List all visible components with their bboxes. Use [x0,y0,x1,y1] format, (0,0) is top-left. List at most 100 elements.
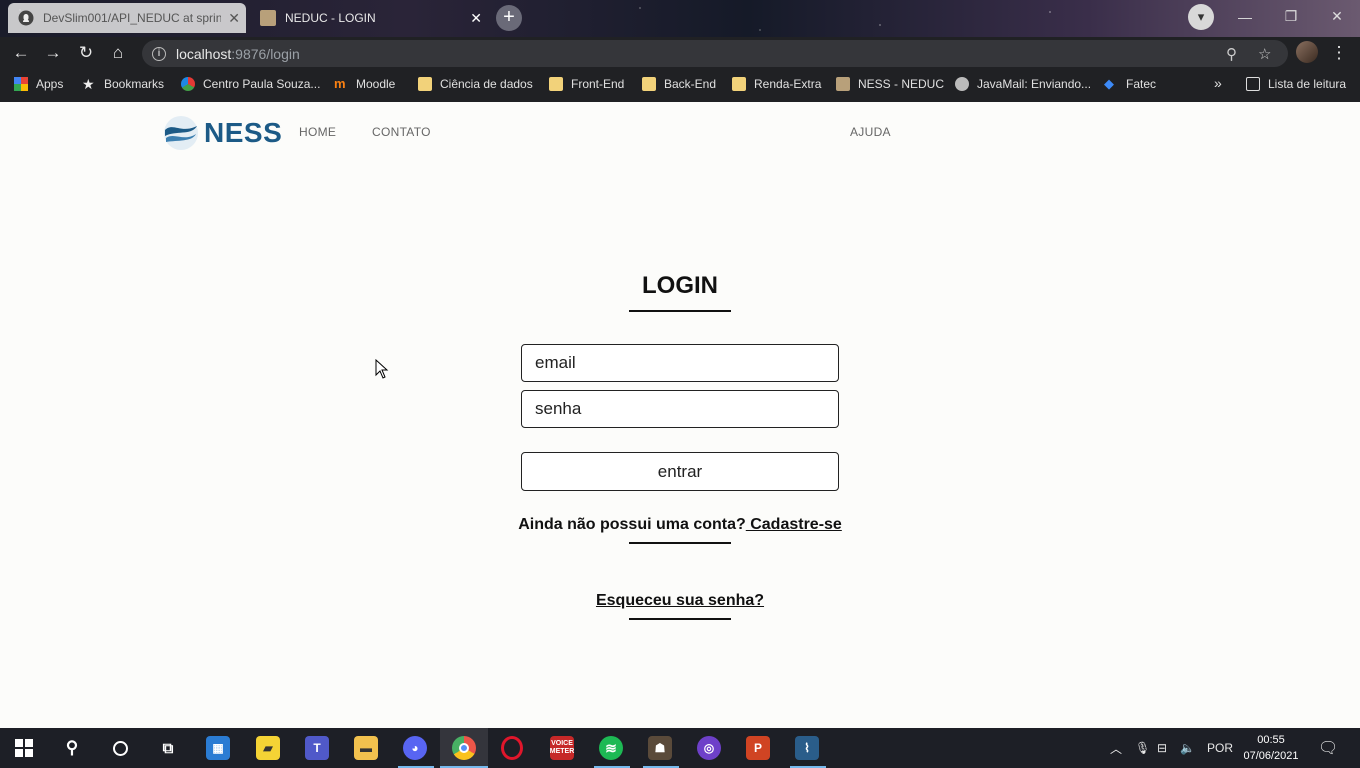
powerpoint-icon[interactable]: P [746,736,770,760]
language-indicator[interactable]: POR [1207,728,1233,768]
opera-icon[interactable] [501,736,523,760]
mouse-cursor-icon [375,359,389,379]
nav-contato[interactable]: CONTATO [372,125,431,139]
close-window-icon[interactable]: ✕ [1314,0,1360,33]
dropbox-icon: ◆ [1104,76,1114,91]
bookmark-javamail[interactable]: JavaMail: Enviando... [955,77,1091,91]
sticky-notes-icon[interactable]: ▰ [256,736,280,760]
bookmark-star-icon[interactable]: ☆ [1258,45,1271,63]
minimize-icon[interactable]: — [1222,0,1268,33]
star-icon: ★ [82,76,95,92]
github-icon [18,10,34,26]
file-explorer-icon[interactable]: ▬ [354,736,378,760]
forgot-password-link[interactable]: Esqueceu sua senha? [480,592,880,610]
teams-icon[interactable]: T [305,736,329,760]
microphone-icon[interactable]: 🎙 [1135,728,1150,768]
folder-icon [418,77,432,91]
site-icon [955,77,969,91]
new-tab-button[interactable]: + [496,5,522,31]
windows-start-icon[interactable] [12,736,36,760]
volume-icon[interactable]: 🔈 [1180,728,1195,768]
password-field[interactable] [521,390,839,428]
apps-grid-icon [14,77,28,91]
bookmark-backend[interactable]: Back-End [642,77,716,91]
cps-icon [181,77,195,91]
task-view-icon[interactable]: ⧉ [156,736,180,760]
signup-prompt: Ainda não possui uma conta? [518,516,746,533]
network-icon[interactable]: ⊟ [1157,728,1167,768]
login-button[interactable]: entrar [521,452,839,491]
tab-search-icon[interactable]: ▾ [1188,4,1214,30]
bookmark-label: Centro Paula Souza... [203,77,321,91]
moodle-icon: m [334,76,346,91]
bookmark-label: Front-End [571,77,625,91]
close-tab-icon[interactable]: ✕ [470,10,482,27]
sql-workbench-icon[interactable]: ⌇ [795,736,819,760]
bookmark-frontend[interactable]: Front-End [549,77,624,91]
zoom-icon[interactable]: ⚲ [1226,45,1237,63]
bookmark-bookmarks[interactable]: ★ Bookmarks [82,77,164,91]
page-content: NESS HOME CONTATO AJUDA LOGIN entrar Ain… [0,102,1360,728]
menu-icon[interactable]: ⋮ [1328,42,1350,64]
title-underline [629,310,731,312]
tab-title: DevSlim001/API_NEDUC at sprin [43,11,221,25]
spotify-icon[interactable]: ≋ [599,736,623,760]
browser-toolbar: ← → ↻ ⌂ i localhost:9876/login ⚲ ☆ ⋮ [0,37,1360,69]
notifications-icon[interactable]: 🗨 [1318,728,1338,768]
bookmark-ness[interactable]: NESS - NEDUC [836,77,944,91]
nav-ajuda[interactable]: AJUDA [850,125,891,139]
profile-avatar[interactable] [1296,41,1318,63]
back-icon[interactable]: ← [10,42,32,64]
signup-link[interactable]: Cadastre-se [746,516,842,533]
clock[interactable]: 00:55 07/06/2021 [1236,732,1306,764]
clock-time: 00:55 [1257,734,1285,746]
search-icon[interactable]: ⚲ [60,736,84,760]
site-info-icon[interactable]: i [152,46,166,61]
bookmark-label: Apps [36,77,64,91]
signup-underline [629,542,731,544]
bookmark-label: Fatec [1126,77,1157,91]
tab-strip: DevSlim001/API_NEDUC at sprin ✕ NEDUC - … [0,0,1360,37]
close-tab-icon[interactable]: ✕ [228,10,240,27]
reload-icon[interactable]: ↻ [75,42,97,64]
bookmark-apps[interactable]: Apps [14,77,63,91]
home-icon[interactable]: ⌂ [107,42,129,64]
email-field[interactable] [521,344,839,382]
nav-home[interactable]: HOME [299,125,336,139]
cortana-icon[interactable] [108,736,132,760]
bookmark-label: NESS - NEDUC [858,77,945,91]
store-icon[interactable]: ▦ [206,736,230,760]
browser-tab-github[interactable]: DevSlim001/API_NEDUC at sprin ✕ [8,3,246,33]
forgot-underline [629,618,731,620]
bookmark-label: Ciência de dados [440,77,533,91]
clock-date: 07/06/2021 [1243,750,1299,762]
reading-list[interactable]: Lista de leitura [1246,77,1346,91]
restore-icon[interactable]: ❐ [1268,0,1314,33]
bookmark-cps[interactable]: Centro Paula Souza... [181,77,320,91]
tray-chevron-icon[interactable]: ︿ [1110,728,1122,768]
bookmark-moodle[interactable]: m Moodle [334,76,396,92]
site-logo[interactable]: NESS [162,114,282,152]
bookmark-renda[interactable]: Renda-Extra [732,77,821,91]
discord-icon[interactable]: ◕ [403,736,427,760]
forward-icon[interactable]: → [42,42,64,64]
browser-tab-neduc[interactable]: NEDUC - LOGIN ✕ [250,3,488,33]
voicemeeter-icon[interactable]: VOICE METER [550,736,574,760]
folder-icon [642,77,656,91]
bookmark-label: JavaMail: Enviando... [977,77,1092,91]
neduc-favicon [260,10,276,26]
address-bar[interactable]: i localhost:9876/login ⚲ ☆ [142,40,1288,67]
game-icon[interactable]: ☗ [648,736,672,760]
folder-icon [732,77,746,91]
page-title: LOGIN [642,272,718,299]
bookmarks-bar: Apps ★ Bookmarks Centro Paula Souza... m… [0,69,1360,102]
reading-list-icon [1246,77,1260,91]
bookmark-label: Moodle [356,77,396,91]
bookmark-fatec[interactable]: ◆ Fatec [1104,76,1157,92]
folder-icon [549,77,563,91]
bookmark-label: Renda-Extra [754,77,822,91]
reading-list-label: Lista de leitura [1268,77,1347,91]
bookmark-ciencia[interactable]: Ciência de dados [418,77,533,91]
bookmarks-overflow-icon[interactable]: » [1214,75,1222,91]
github-desktop-icon[interactable]: ◎ [697,736,721,760]
